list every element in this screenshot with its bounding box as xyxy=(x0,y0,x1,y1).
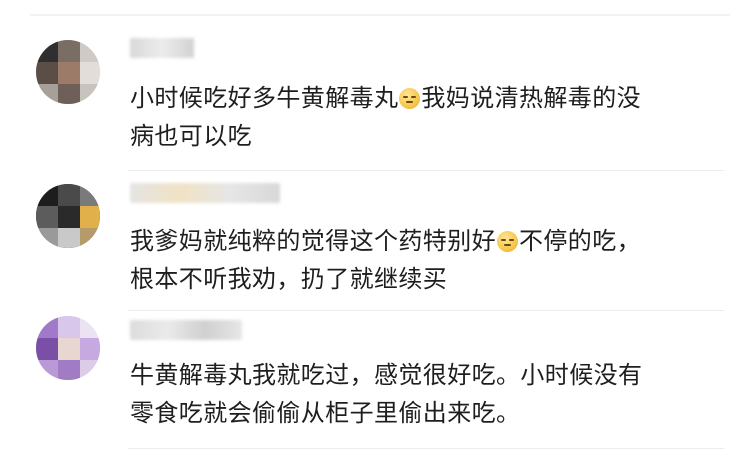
top-divider xyxy=(30,14,730,16)
username-redacted[interactable] xyxy=(130,38,194,58)
comment-text: 牛黄解毒丸我就吃过，感觉很好吃。小时候没有 零食吃就会偷偷从柜子里偷出来吃。 xyxy=(130,356,730,432)
divider xyxy=(128,310,724,311)
avatar[interactable] xyxy=(36,184,100,248)
avatar[interactable] xyxy=(36,316,100,380)
username-redacted[interactable] xyxy=(130,183,280,203)
comment-line1: 牛黄解毒丸我就吃过，感觉很好吃。小时候没有 xyxy=(130,361,643,389)
sleepy-face-icon xyxy=(399,88,421,109)
avatar[interactable] xyxy=(36,40,100,104)
comment-line1-end: 不停的吃， xyxy=(519,227,641,255)
comment-line1-end: 我妈说清热解毒的没 xyxy=(421,84,642,112)
divider xyxy=(128,170,724,171)
thinking-face-icon xyxy=(497,231,518,252)
comment-line2: 零食吃就会偷偷从柜子里偷出来吃。 xyxy=(130,399,521,427)
comment-line2: 根本不听我劝，扔了就继续买 xyxy=(130,265,448,293)
comment-line1-start: 我爹妈就纯粹的觉得这个药特别好 xyxy=(130,227,496,255)
comment-line2: 病也可以吃 xyxy=(130,122,252,150)
comment-text: 我爹妈就纯粹的觉得这个药特别好 不停的吃， 根本不听我劝，扔了就继续买 xyxy=(130,222,730,298)
username-redacted[interactable] xyxy=(130,320,242,340)
comment-text: 小时候吃好多牛黄解毒丸 我妈说清热解毒的没 病也可以吃 xyxy=(130,79,730,155)
comment-line1-start: 小时候吃好多牛黄解毒丸 xyxy=(130,84,399,112)
divider xyxy=(128,448,724,449)
